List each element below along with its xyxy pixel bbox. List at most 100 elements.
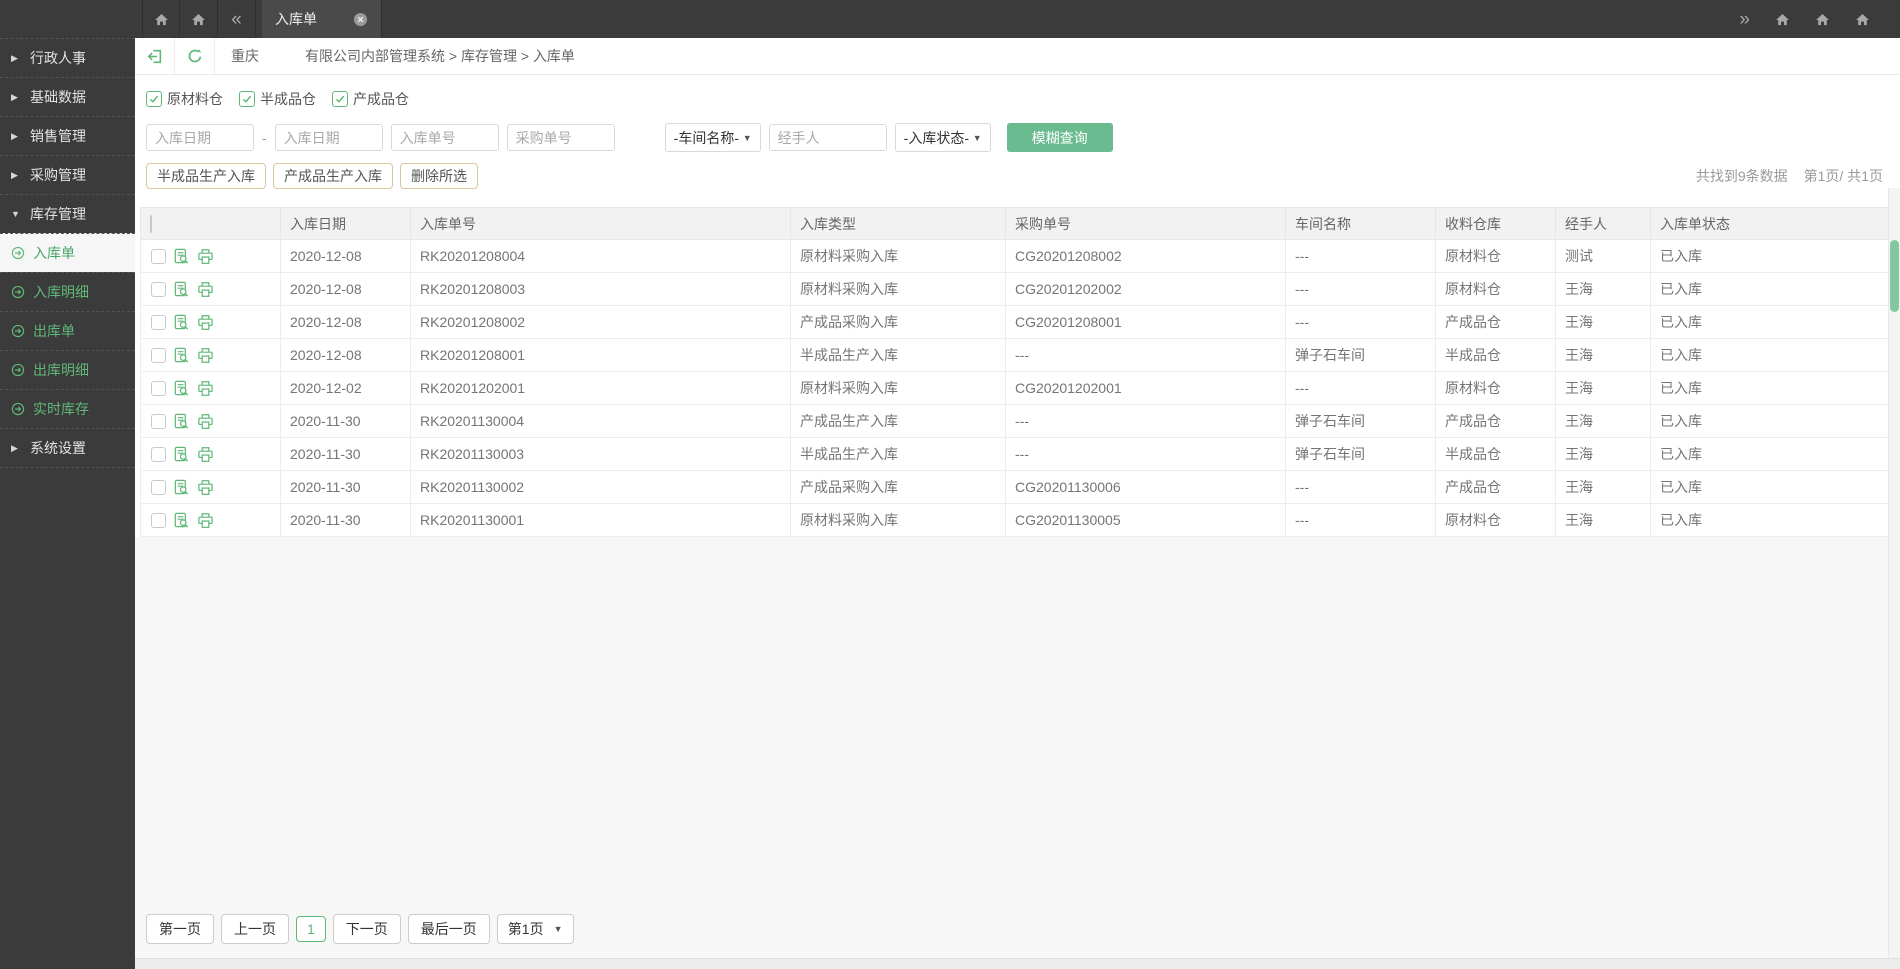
view-detail-icon[interactable] <box>173 347 190 364</box>
last-page-button[interactable]: 最后一页 <box>407 914 490 944</box>
sidebar-item-label: 销售管理 <box>30 128 86 144</box>
cell-inbound-type: 产成品采购入库 <box>790 470 1006 504</box>
cell-inbound-date: 2020-12-02 <box>280 371 411 405</box>
print-icon[interactable] <box>197 347 214 364</box>
inbound-date-to-input[interactable] <box>274 124 383 151</box>
sidebar-item-base-data[interactable]: ▶ 基础数据 <box>0 77 135 116</box>
sidebar-item-inventory[interactable]: ▼ 库存管理 <box>0 194 135 233</box>
sidebar-item-label: 出库明细 <box>33 362 89 378</box>
sidebar-item-inbound-details[interactable]: 入库明细 <box>0 272 135 311</box>
handler-input[interactable] <box>768 124 887 151</box>
view-detail-icon[interactable] <box>173 380 190 397</box>
semi-finished-warehouse-checkbox[interactable]: 半成品仓 <box>239 89 316 109</box>
cell-status: 已入库 <box>1650 371 1897 405</box>
print-icon[interactable] <box>197 446 214 463</box>
sidebar-item-sales[interactable]: ▶ 销售管理 <box>0 116 135 155</box>
sidebar-item-outbound-details[interactable]: 出库明细 <box>0 350 135 389</box>
inbound-date-from-input[interactable] <box>146 124 254 151</box>
chevron-down-icon: ▼ <box>972 132 982 143</box>
collapsed-arrow-icon: ▶ <box>11 130 18 141</box>
row-checkbox[interactable] <box>151 413 166 429</box>
cell-status: 已入库 <box>1650 404 1897 438</box>
home-tab-button-1[interactable] <box>142 0 180 38</box>
back-button[interactable] <box>135 38 175 74</box>
home-icon[interactable] <box>1855 12 1870 27</box>
current-page-button[interactable]: 1 <box>296 916 326 942</box>
inbound-status-select[interactable]: -入库状态- ▼ <box>894 123 991 152</box>
print-icon[interactable] <box>197 413 214 430</box>
vertical-scrollbar-thumb[interactable] <box>1890 240 1899 312</box>
view-detail-icon[interactable] <box>173 413 190 430</box>
scroll-tabs-left-button[interactable]: « <box>218 0 256 38</box>
row-checkbox[interactable] <box>151 512 166 528</box>
select-all-checkbox[interactable] <box>150 214 152 233</box>
view-detail-icon[interactable] <box>173 248 190 265</box>
sidebar-item-label: 行政人事 <box>30 50 86 66</box>
view-detail-icon[interactable] <box>173 479 190 496</box>
raw-material-warehouse-checkbox[interactable]: 原材料仓 <box>146 89 223 109</box>
print-icon[interactable] <box>197 512 214 529</box>
workshop-select[interactable]: -车间名称- ▼ <box>664 123 761 152</box>
row-checkbox[interactable] <box>151 347 166 363</box>
table-row: 2020-11-30 RK20201130003 半成品生产入库 --- 弹子石… <box>140 437 1897 471</box>
scroll-tabs-right-button[interactable]: » <box>1739 10 1750 29</box>
first-page-button[interactable]: 第一页 <box>146 914 214 944</box>
row-checkbox[interactable] <box>151 281 166 297</box>
print-icon[interactable] <box>197 380 214 397</box>
cell-handler: 王海 <box>1555 272 1651 306</box>
home-tab-button-2[interactable] <box>180 0 218 38</box>
inbound-order-no-input[interactable] <box>390 124 499 151</box>
cell-inbound-no: RK20201130002 <box>410 470 791 504</box>
next-page-button[interactable]: 下一页 <box>332 914 401 944</box>
sidebar-item-outbound-orders[interactable]: 出库单 <box>0 311 135 350</box>
row-checkbox[interactable] <box>151 446 166 462</box>
sidebar-item-inbound-orders[interactable]: 入库单 <box>0 233 135 272</box>
semi-finished-inbound-button[interactable]: 半成品生产入库 <box>146 163 266 189</box>
row-checkbox[interactable] <box>151 479 166 495</box>
cell-warehouse: 原材料仓 <box>1435 371 1556 405</box>
fuzzy-query-button[interactable]: 模糊查询 <box>1006 123 1113 152</box>
refresh-button[interactable] <box>175 38 215 74</box>
view-detail-icon[interactable] <box>173 512 190 529</box>
vertical-scrollbar-track[interactable] <box>1888 188 1900 958</box>
warehouse-filter-row: 原材料仓 半成品仓 产成品仓 <box>146 84 1885 114</box>
row-checkbox[interactable] <box>151 248 166 264</box>
row-checkbox[interactable] <box>151 380 166 396</box>
column-header: 入库日期 <box>280 207 411 240</box>
print-icon[interactable] <box>197 248 214 265</box>
collapsed-arrow-icon: ▶ <box>11 52 18 63</box>
pagination: 第一页 上一页 1 下一页 最后一页 第1页 ▼ <box>135 914 1900 958</box>
sidebar-item-realtime-stock[interactable]: 实时库存 <box>0 389 135 428</box>
prev-page-button[interactable]: 上一页 <box>221 914 289 944</box>
horizontal-scrollbar-track[interactable] <box>135 958 1900 969</box>
page-jump-select[interactable]: 第1页 ▼ <box>496 914 574 944</box>
tab-inbound-orders[interactable]: 入库单 <box>262 0 382 38</box>
cell-handler: 王海 <box>1555 470 1651 504</box>
view-detail-icon[interactable] <box>173 446 190 463</box>
row-checkbox[interactable] <box>151 314 166 330</box>
date-range-separator: - <box>262 129 267 146</box>
sidebar-item-admin-hr[interactable]: ▶ 行政人事 <box>0 38 135 77</box>
cell-workshop: --- <box>1285 470 1436 504</box>
sidebar-item-system-settings[interactable]: ▶ 系统设置 <box>0 428 135 467</box>
breadcrumb-bar: 重庆 有限公司内部管理系统 > 库存管理 > 入库单 <box>135 38 1900 75</box>
print-icon[interactable] <box>197 479 214 496</box>
sidebar-item-label: 出库单 <box>33 323 75 339</box>
view-detail-icon[interactable] <box>173 281 190 298</box>
close-tab-icon[interactable] <box>353 12 368 27</box>
cell-warehouse: 产成品仓 <box>1435 404 1556 438</box>
home-icon[interactable] <box>1775 12 1790 27</box>
home-icon[interactable] <box>1815 12 1830 27</box>
finished-goods-inbound-button[interactable]: 产成品生产入库 <box>273 163 393 189</box>
cell-handler: 王海 <box>1555 338 1651 372</box>
cell-inbound-type: 产成品生产入库 <box>790 404 1006 438</box>
purchase-order-no-input[interactable] <box>506 124 615 151</box>
sidebar-item-purchasing[interactable]: ▶ 采购管理 <box>0 155 135 194</box>
finished-goods-warehouse-checkbox[interactable]: 产成品仓 <box>332 89 409 109</box>
print-icon[interactable] <box>197 281 214 298</box>
topbar-right-controls: » <box>1739 0 1900 38</box>
delete-selected-button[interactable]: 删除所选 <box>400 163 478 189</box>
print-icon[interactable] <box>197 314 214 331</box>
refresh-icon <box>187 48 203 64</box>
view-detail-icon[interactable] <box>173 314 190 331</box>
